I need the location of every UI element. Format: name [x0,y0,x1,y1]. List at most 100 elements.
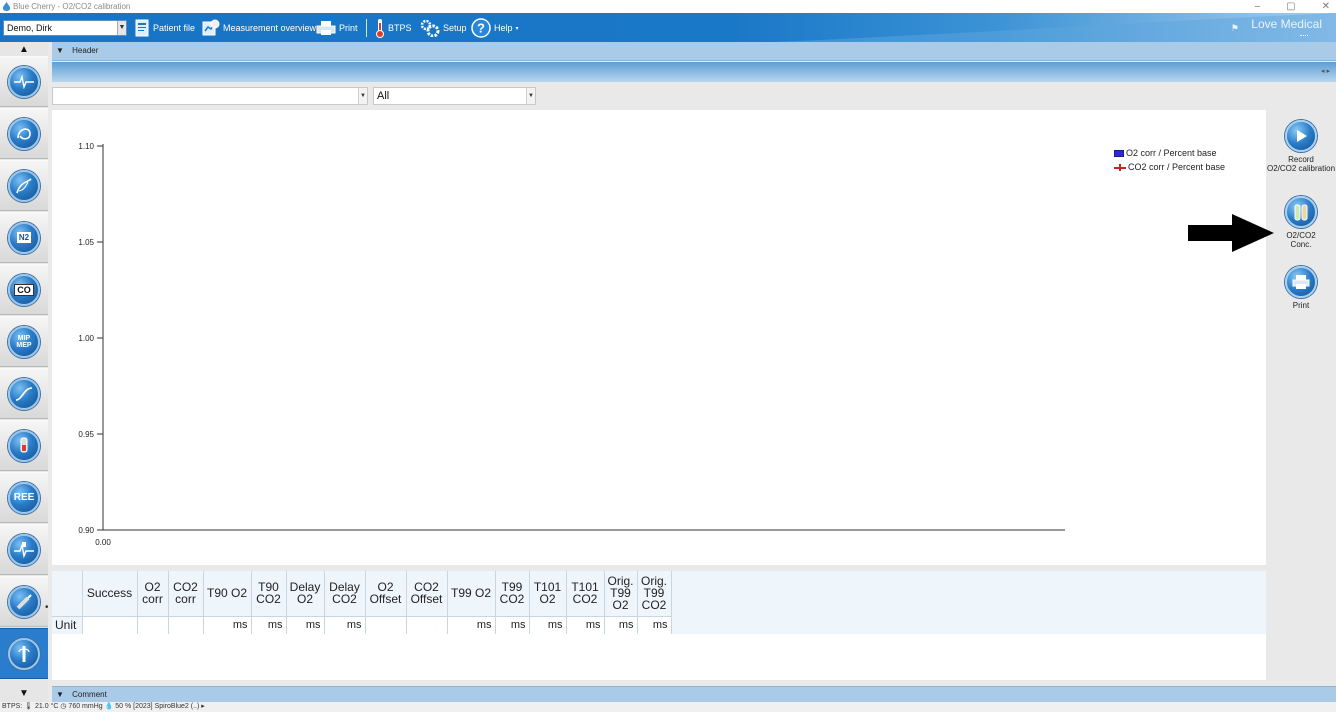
table-column-header[interactable]: Delay O2 [286,571,325,616]
gas-cylinder-icon [1285,196,1317,228]
status-bar: BTPS: 🌡 21.0 °C ◷ 760 mmHg 💧 50 % [2023]… [0,702,1336,712]
table-column-header[interactable]: O2 Offset [365,571,407,616]
comment-section-label: Comment [72,690,107,699]
unit-row-label: Unit [52,615,83,634]
mip-mep-icon: MIP MEP [8,325,40,358]
comment-section-bar[interactable]: ▼ Comment [52,686,1336,702]
header-band: ◂▸ [52,62,1336,82]
chevron-down-icon[interactable]: ▼ [526,88,535,104]
setup-button[interactable]: Setup [420,18,467,38]
table-cell: ms [495,615,530,634]
table-column-header[interactable]: Orig. T99 CO2 [637,571,672,616]
toolbar-print-button[interactable]: Print [316,18,358,38]
filter-select-primary[interactable]: ▼ [52,87,368,105]
o2-co2-conc-button[interactable]: O2/CO2 Conc. [1266,196,1336,249]
calibration-chart: 1.10 1.05 1.00 0.95 0.900.00 [78,142,1065,547]
measurement-overview-icon [202,19,220,36]
electrode-icon [8,585,40,618]
btps-label: BTPS [388,23,412,33]
nav-scroll-down-button[interactable]: ▼ [0,686,48,700]
nav-ree[interactable]: REE [0,472,48,523]
spirometry-icon [8,117,40,150]
nav-ecg[interactable] [0,56,48,107]
patient-file-button[interactable]: Patient file [134,18,195,38]
nav-body-box[interactable] [0,160,48,211]
patient-file-label: Patient file [153,23,196,33]
co-label: CO [14,283,34,296]
chevron-down-icon[interactable]: ▼ [358,88,367,104]
nav-mip-mep[interactable]: MIP MEP [0,316,48,367]
table-cell: ms [286,615,325,634]
table-cell: ms [447,615,496,634]
printer-icon [1285,266,1317,298]
nav-compliance[interactable] [0,368,48,419]
table-column-header-line: corr [142,592,163,607]
table-cell: ms [637,615,672,634]
ecg-icon [8,65,40,98]
nav-ergo-spirometry[interactable] [0,524,48,575]
help-icon: ? [471,18,491,38]
measurement-overview-label: Measurement overview [223,23,317,33]
table-column-header-line: Offset [410,592,443,607]
table-column-header-line: O2 [296,592,313,607]
nav-spirometry[interactable] [0,108,48,159]
table-column-header[interactable]: Success [82,571,138,616]
filter-select-secondary[interactable]: All ▼ [373,87,536,105]
measurement-overview-button[interactable]: Measurement overview [202,18,316,38]
help-button[interactable]: ? Help ▾ [471,18,519,38]
patient-select[interactable]: Demo, Dirk ▼ [3,20,127,36]
table-column-header-line: CO2 [641,598,667,613]
brand-underline [1300,35,1308,36]
table-column-header[interactable]: T90 O2 [203,571,252,616]
window-title-bar: Blue Cherry - O2/CO2 calibration – ▢ ✕ [0,0,1336,13]
nav-n2-washout[interactable]: N2 [0,212,48,263]
chart-legend: O2 corr / Percent base CO2 corr / Percen… [1114,146,1225,174]
table-column-header[interactable]: T90 CO2 [251,571,287,616]
table-empty-area [52,634,1266,680]
table-column-header-line: Success [86,586,133,601]
table-column-header[interactable]: T99 O2 [447,571,496,616]
table-column-header[interactable]: T101 CO2 [566,571,605,616]
table-column-header[interactable]: CO2 corr [168,571,204,616]
app-icon [2,2,11,11]
maximize-button[interactable]: ▢ [1286,0,1295,13]
table-cell [365,615,407,634]
play-icon [1285,120,1317,152]
y-tick-label: 1.10 [78,142,94,151]
nav-calibration[interactable] [0,628,48,679]
nav-scroll-up-button[interactable]: ▲ [0,42,48,56]
table-column-header[interactable]: CO2 Offset [406,571,448,616]
nav-indicator-dot: • [45,602,49,613]
collapse-triangle-icon: ▼ [56,46,64,55]
band-scroll-arrows-icon[interactable]: ◂▸ [1321,67,1332,75]
main-toolbar: Demo, Dirk ▼ Patient file Measurement ov… [0,13,1336,42]
table-column-header-line: CO2 [256,592,281,607]
legend-label-co2: CO2 corr / Percent base [1128,162,1226,172]
table-column-header[interactable]: O2 corr [137,571,169,616]
table-column-header[interactable]: Delay CO2 [324,571,366,616]
nav-electrode[interactable] [0,576,48,627]
table-column-header[interactable]: T101 O2 [529,571,567,616]
nav-bronchial-challenge[interactable] [0,420,48,471]
ergo-spirometry-icon [8,533,40,566]
ree-icon: REE [8,481,40,514]
table-cell: ms [566,615,605,634]
flag-icon: ⚑ [1230,23,1239,33]
minimize-button[interactable]: – [1255,0,1261,13]
compliance-icon [8,377,40,410]
record-calibration-button[interactable]: Record O2/CO2 calibration [1266,120,1336,173]
table-column-header[interactable]: T99 CO2 [495,571,530,616]
header-section-bar[interactable]: ▼ Header [52,42,1336,61]
btps-button[interactable]: BTPS [375,18,412,38]
table-column-header[interactable]: Orig. T99 O2 [604,571,638,616]
toolbar-separator [366,19,367,37]
panel-print-label: Print [1292,301,1310,310]
table-column-header[interactable] [52,571,83,616]
status-text: BTPS: 🌡 21.0 °C ◷ 760 mmHg 💧 50 % [2023]… [2,703,205,710]
close-button[interactable]: ✕ [1322,0,1330,13]
table-header-row: Success O2 corr CO2 corr T90 O2 T90 CO2 Delay O2 D… [52,571,672,616]
panel-print-button[interactable]: Print [1266,266,1336,310]
ree-label: REE [13,492,35,503]
chevron-down-icon[interactable]: ▼ [117,21,126,35]
nav-co-diffusion[interactable]: CO [0,264,48,315]
